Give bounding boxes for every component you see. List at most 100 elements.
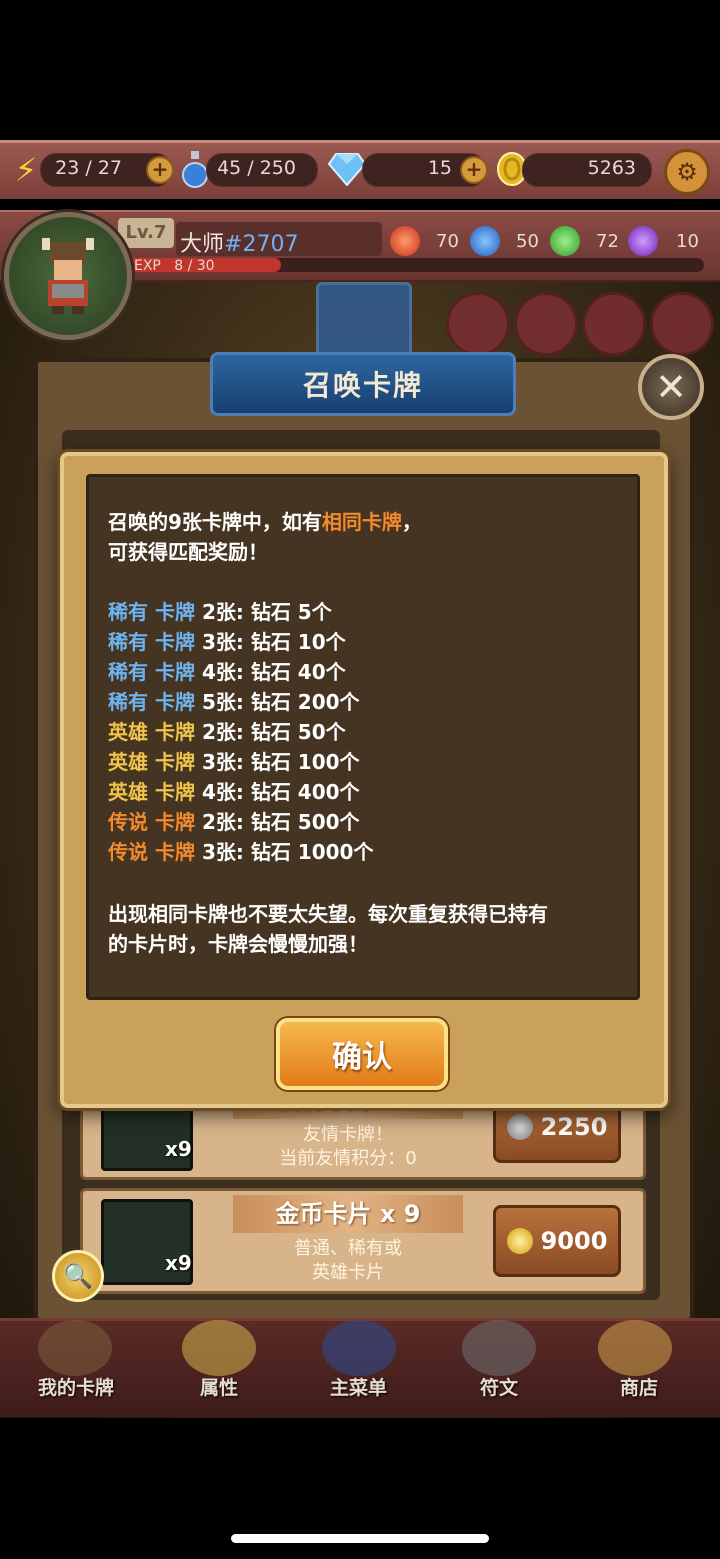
card-label: 卡牌 bbox=[154, 720, 195, 744]
attributes-nav-icon bbox=[182, 1320, 256, 1376]
player-level: Lv.7 bbox=[118, 218, 174, 248]
reward-line: 稀有 卡牌 4张: 钻石 40个 bbox=[108, 656, 346, 685]
gold-price-button[interactable]: 9000 bbox=[493, 1205, 621, 1277]
reward-line: 传说 卡牌 3张: 钻石 1000个 bbox=[108, 836, 373, 865]
outro-line-2: 的卡片时，卡牌会慢慢加强！ bbox=[108, 932, 368, 956]
player-name: 大师 bbox=[180, 232, 225, 257]
exp-label: EXP 8 / 30 bbox=[134, 258, 215, 274]
card-offer-title: 金币卡片 x 9 bbox=[233, 1195, 463, 1233]
card-label: 卡牌 bbox=[154, 600, 195, 624]
rarity-label: 英雄 bbox=[108, 720, 148, 744]
dark-orb-value: 10 bbox=[676, 231, 699, 252]
reward-line: 传说 卡牌 2张: 钻石 500个 bbox=[108, 806, 360, 835]
card-desc-line: 当前友情积分：0 bbox=[279, 1148, 417, 1169]
card-desc-line: 友情卡牌！ bbox=[303, 1124, 393, 1145]
water-orb-icon bbox=[470, 226, 500, 256]
reward-text: 4张: 钻石 400个 bbox=[201, 780, 360, 804]
nav-shop[interactable]: 商店 bbox=[620, 1373, 658, 1400]
card-desc-line: 英雄卡片 bbox=[312, 1262, 384, 1283]
reward-text: 3张: 钻石 10个 bbox=[201, 630, 346, 654]
reward-line: 稀有 卡牌 3张: 钻石 10个 bbox=[108, 626, 346, 655]
rarity-label: 英雄 bbox=[108, 750, 148, 774]
nature-orb-icon bbox=[550, 226, 580, 256]
avatar-knight-icon bbox=[42, 238, 94, 314]
nav-runes[interactable]: 符文 bbox=[480, 1373, 518, 1400]
add-diamond-button[interactable]: + bbox=[460, 156, 488, 184]
nature-orb-value: 72 bbox=[596, 231, 619, 252]
intro-highlight: 相同卡牌 bbox=[321, 510, 402, 534]
intro-line-1: 召唤的9张卡牌中，如有相同卡牌， bbox=[108, 506, 422, 535]
reward-text: 3张: 钻石 1000个 bbox=[201, 840, 374, 864]
potion-value: 45 / 250 bbox=[217, 157, 296, 179]
reward-line: 英雄 卡牌 2张: 钻石 50个 bbox=[108, 716, 346, 745]
card-offer-desc: 友情卡牌！ 当前友情积分：0 bbox=[233, 1123, 463, 1171]
rarity-label: 英雄 bbox=[108, 780, 148, 804]
reward-text: 2张: 钻石 500个 bbox=[201, 810, 360, 834]
nav-my-cards[interactable]: 我的卡牌 bbox=[38, 1373, 114, 1400]
reward-text: 3张: 钻石 100个 bbox=[201, 750, 360, 774]
nav-attributes[interactable]: 属性 bbox=[200, 1373, 238, 1400]
card-label: 卡牌 bbox=[154, 690, 195, 714]
reward-text: 2张: 钻石 5个 bbox=[201, 600, 332, 624]
reward-line: 英雄 卡牌 4张: 钻石 400个 bbox=[108, 776, 360, 805]
home-indicator[interactable] bbox=[231, 1534, 489, 1543]
card-count: x9 bbox=[165, 1137, 192, 1161]
gold-card-offer[interactable]: x9 金币卡片 x 9 普通、稀有或 英雄卡片 9000 bbox=[80, 1188, 646, 1294]
fire-orb-icon bbox=[390, 226, 420, 256]
main-menu-nav-icon bbox=[322, 1320, 396, 1376]
friends-icon bbox=[650, 292, 714, 356]
friendship-point-icon bbox=[506, 1114, 533, 1140]
card-count: x9 bbox=[165, 1251, 192, 1275]
card-label: 卡牌 bbox=[154, 810, 195, 834]
my-cards-nav-icon bbox=[38, 1320, 112, 1376]
mail-icon bbox=[514, 292, 578, 356]
sound-icon bbox=[446, 292, 510, 356]
player-avatar[interactable] bbox=[4, 212, 132, 340]
trophy-icon bbox=[582, 292, 646, 356]
price: 2250 bbox=[540, 1113, 608, 1141]
reward-text: 4张: 钻石 40个 bbox=[201, 660, 346, 684]
intro-text-end: ， bbox=[401, 510, 422, 534]
rarity-label: 稀有 bbox=[108, 600, 148, 624]
gold-coin-icon bbox=[506, 1228, 533, 1254]
dark-orb-icon bbox=[628, 226, 658, 256]
reward-line: 稀有 卡牌 5张: 钻石 200个 bbox=[108, 686, 360, 715]
settings-gear-icon[interactable]: ⚙ bbox=[664, 149, 710, 195]
intro-text: 召唤的9张卡牌中，如有 bbox=[108, 510, 322, 534]
add-energy-button[interactable]: + bbox=[146, 156, 174, 184]
card-label: 卡牌 bbox=[154, 780, 195, 804]
nav-main-menu[interactable]: 主菜单 bbox=[330, 1373, 387, 1400]
intro-line-2: 可获得匹配奖励！ bbox=[108, 540, 268, 564]
lightning-icon: ⚡ bbox=[14, 151, 38, 189]
fire-orb-value: 70 bbox=[436, 231, 459, 252]
card-label: 卡牌 bbox=[154, 750, 195, 774]
player-name-row: 大师#2707 bbox=[180, 226, 298, 258]
resource-bar: ⚡ 23 / 27 + 45 / 250 15 + 5263 ⚙ bbox=[0, 140, 720, 199]
close-icon: ✕ bbox=[655, 365, 687, 409]
castle-icon bbox=[316, 282, 412, 360]
water-orb-value: 50 bbox=[516, 231, 539, 252]
shop-nav-icon bbox=[598, 1320, 672, 1376]
card-label: 卡牌 bbox=[154, 660, 195, 684]
confirm-button[interactable]: 确认 bbox=[276, 1018, 448, 1090]
rarity-label: 传说 bbox=[108, 810, 148, 834]
close-button[interactable]: ✕ bbox=[638, 354, 704, 420]
summon-title: 召唤卡牌 bbox=[210, 352, 516, 416]
magnifier-icon: 🔍 bbox=[63, 1262, 93, 1290]
card-label: 卡牌 bbox=[154, 840, 195, 864]
reward-text: 2张: 钻石 50个 bbox=[201, 720, 346, 744]
rarity-label: 传说 bbox=[108, 840, 148, 864]
reward-line: 稀有 卡牌 2张: 钻石 5个 bbox=[108, 596, 332, 625]
diamond-value: 15 bbox=[427, 157, 452, 179]
diamond-icon bbox=[328, 151, 366, 187]
price: 9000 bbox=[540, 1227, 608, 1255]
search-button[interactable]: 🔍 bbox=[52, 1250, 104, 1302]
rarity-label: 稀有 bbox=[108, 660, 148, 684]
reward-line: 英雄 卡牌 3张: 钻石 100个 bbox=[108, 746, 360, 775]
card-offer-desc: 普通、稀有或 英雄卡片 bbox=[233, 1237, 463, 1285]
rarity-label: 稀有 bbox=[108, 690, 148, 714]
card-desc-line: 普通、稀有或 bbox=[294, 1238, 402, 1259]
runes-nav-icon bbox=[462, 1320, 536, 1376]
gold-value: 5263 bbox=[587, 157, 636, 179]
reward-text: 5张: 钻石 200个 bbox=[201, 690, 360, 714]
